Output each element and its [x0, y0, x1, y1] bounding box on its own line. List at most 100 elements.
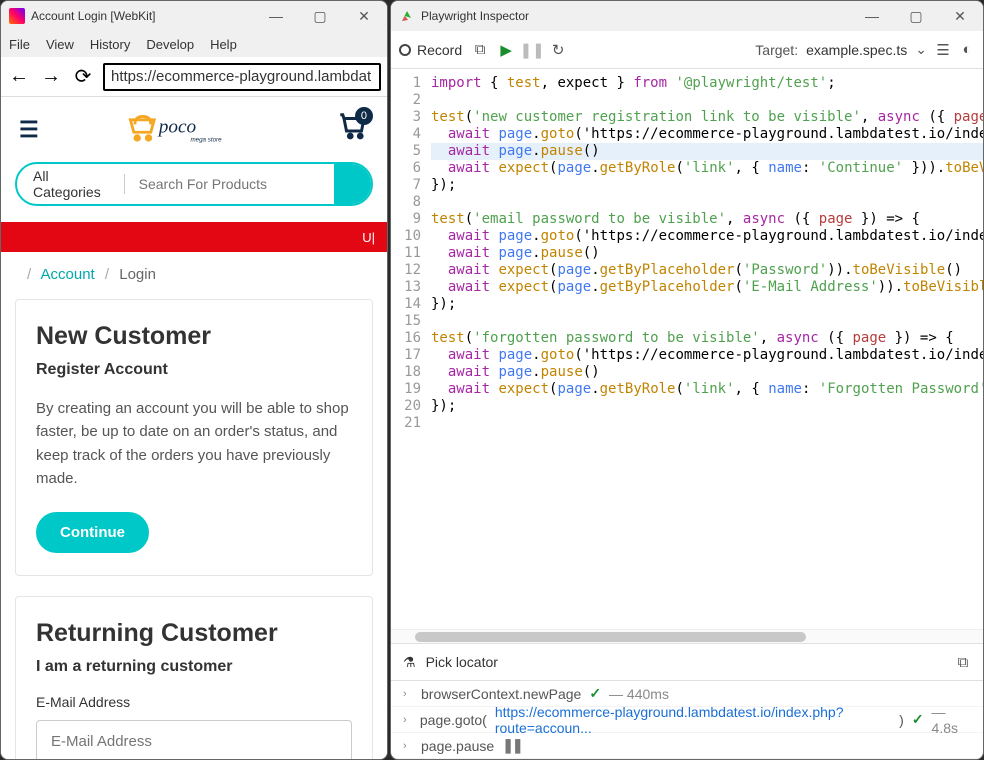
menu-file[interactable]: File	[9, 37, 30, 52]
copy-icon[interactable]: ⧉	[472, 42, 488, 58]
inspector-window: Playwright Inspector — ▢ ✕ Record ⧉ ▶ ❚❚…	[390, 0, 984, 760]
code-line[interactable]: await page.pause()	[431, 364, 983, 381]
code-line[interactable]: });	[431, 177, 983, 194]
hamburger-menu-icon[interactable]: ☰	[19, 117, 39, 143]
line-gutter: 123456789101112131415161718192021	[391, 69, 427, 629]
minimize-button[interactable]: —	[261, 6, 291, 26]
code-line[interactable]: });	[431, 398, 983, 415]
new-customer-title: New Customer	[36, 322, 352, 351]
log-action-name: page.goto(	[420, 712, 487, 728]
search-button[interactable]	[334, 162, 373, 206]
code-line[interactable]: await expect(page.getByRole('link', { na…	[431, 381, 983, 398]
code-line[interactable]: await page.pause()	[431, 143, 983, 160]
back-button[interactable]: ←	[7, 65, 31, 89]
log-duration: — 4.8s	[932, 704, 971, 736]
browser-menubar: File View History Develop Help	[1, 31, 387, 57]
email-label: E-Mail Address	[36, 694, 352, 710]
code-line[interactable]: test('new customer registration link to …	[431, 109, 983, 126]
search-input[interactable]	[125, 176, 334, 192]
browser-titlebar[interactable]: Account Login [WebKit] — ▢ ✕	[1, 1, 387, 31]
minimize-button[interactable]: —	[857, 6, 887, 26]
forward-button[interactable]: →	[39, 65, 63, 89]
close-button[interactable]: ✕	[349, 6, 379, 26]
breadcrumb-account[interactable]: Account	[41, 266, 95, 283]
browser-navbar: ← → ⟳ https://ecommerce-playground.lambd…	[1, 57, 387, 97]
record-button[interactable]: Record	[399, 42, 462, 58]
code-line[interactable]	[431, 415, 983, 432]
code-line[interactable]: await expect(page.getByPlaceholder('E-Ma…	[431, 279, 983, 296]
window-title: Account Login [WebKit]	[31, 9, 255, 23]
menu-history[interactable]: History	[90, 37, 130, 52]
search-bar: All Categories	[15, 162, 373, 206]
new-customer-body: By creating an account you will be able …	[36, 397, 352, 490]
menu-help[interactable]: Help	[210, 37, 237, 52]
record-icon	[399, 44, 411, 56]
code-line[interactable]: test('forgotten password to be visible',…	[431, 330, 983, 347]
page-content: ☰ poco mega store 0	[1, 97, 387, 759]
code-line[interactable]: await expect(page.getByRole('link', { na…	[431, 160, 983, 177]
target-file-selector[interactable]: example.spec.ts	[806, 42, 907, 58]
code-line[interactable]	[431, 194, 983, 211]
svg-text:mega store: mega store	[190, 136, 222, 143]
inspector-toolbar: Record ⧉ ▶ ❚❚ ↻ Target: example.spec.ts …	[391, 31, 983, 69]
code-line[interactable]: await page.pause()	[431, 245, 983, 262]
chevron-right-icon: ›	[403, 688, 413, 700]
action-log: › browserContext.newPage ✓ — 440ms ›page.got…	[391, 681, 983, 759]
code-line[interactable]	[431, 313, 983, 330]
theme-toggle-icon[interactable]: ◐	[959, 42, 975, 58]
returning-customer-card: Returning Customer I am a returning cust…	[15, 596, 373, 759]
pause-indicator-icon: ❚❚	[502, 737, 521, 754]
code-editor[interactable]: 123456789101112131415161718192021 import…	[391, 69, 983, 629]
cart-icon[interactable]: 0	[339, 111, 369, 148]
horizontal-scrollbar[interactable]	[391, 629, 983, 643]
inspector-title: Playwright Inspector	[421, 9, 851, 23]
store-logo[interactable]: poco mega store	[127, 113, 252, 147]
maximize-button[interactable]: ▢	[901, 6, 931, 26]
promo-strip: U|	[1, 222, 387, 252]
log-duration: — 440ms	[609, 686, 669, 702]
category-selector[interactable]: All Categories	[17, 174, 125, 194]
reload-button[interactable]: ⟳	[71, 65, 95, 89]
url-input[interactable]: https://ecommerce-playground.lambdat	[103, 63, 381, 91]
breadcrumb-sep: /	[105, 266, 109, 283]
code-line[interactable]: await page.goto('https://ecommerce-playg…	[431, 228, 983, 245]
code-line[interactable]: await expect(page.getByPlaceholder('Pass…	[431, 262, 983, 279]
cart-count-badge: 0	[355, 107, 373, 125]
breadcrumb-sep: /	[27, 266, 31, 283]
pick-locator-label: Pick locator	[426, 654, 498, 670]
promo-text: U|	[362, 230, 375, 245]
close-button[interactable]: ✕	[945, 6, 975, 26]
chevron-down-icon[interactable]: ⌄	[915, 41, 927, 58]
pick-locator-bar[interactable]: ⚗ Pick locator ⧉	[391, 643, 983, 681]
continue-button[interactable]: Continue	[36, 512, 149, 553]
menu-icon[interactable]: ☰	[935, 42, 951, 58]
log-row[interactable]: ›page.goto(https://ecommerce-playground.…	[391, 707, 983, 733]
menu-develop[interactable]: Develop	[146, 37, 194, 52]
copy-locator-icon[interactable]: ⧉	[955, 654, 971, 670]
breadcrumb: / Account / Login	[1, 252, 387, 299]
log-row[interactable]: ›page.pause❚❚	[391, 733, 983, 759]
code-line[interactable]	[431, 92, 983, 109]
flask-icon: ⚗	[403, 654, 416, 671]
pause-icon[interactable]: ❚❚	[524, 42, 540, 58]
returning-customer-subtitle: I am a returning customer	[36, 658, 352, 676]
code-line[interactable]: await page.goto('https://ecommerce-playg…	[431, 126, 983, 143]
code-line[interactable]: });	[431, 296, 983, 313]
code-content[interactable]: import { test, expect } from '@playwrigh…	[427, 69, 983, 629]
browser-window: Account Login [WebKit] — ▢ ✕ File View H…	[0, 0, 388, 760]
returning-customer-title: Returning Customer	[36, 619, 352, 648]
code-line[interactable]: test('email password to be visible', asy…	[431, 211, 983, 228]
code-line[interactable]: await page.goto('https://ecommerce-playg…	[431, 347, 983, 364]
log-url[interactable]: https://ecommerce-playground.lambdatest.…	[495, 704, 891, 736]
register-account-subtitle: Register Account	[36, 361, 352, 379]
step-over-icon[interactable]: ↻	[550, 42, 566, 58]
code-line[interactable]: import { test, expect } from '@playwrigh…	[431, 75, 983, 92]
inspector-titlebar[interactable]: Playwright Inspector — ▢ ✕	[391, 1, 983, 31]
check-icon: ✓	[912, 711, 924, 728]
resume-icon[interactable]: ▶	[498, 42, 514, 58]
email-field[interactable]	[36, 720, 352, 759]
maximize-button[interactable]: ▢	[305, 6, 335, 26]
menu-view[interactable]: View	[46, 37, 74, 52]
log-action-name: browserContext.newPage	[421, 686, 581, 702]
record-label: Record	[417, 42, 462, 58]
